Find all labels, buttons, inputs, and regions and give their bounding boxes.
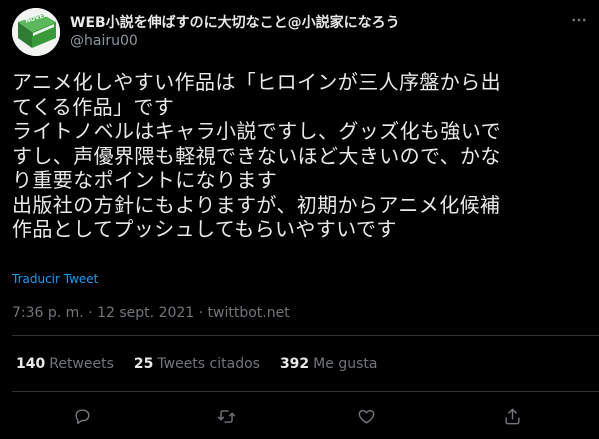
like-button[interactable] xyxy=(354,404,378,428)
retweet-icon xyxy=(217,409,235,423)
retweets-stat[interactable]: 140 Retweets xyxy=(16,356,114,372)
divider xyxy=(12,391,599,392)
more-icon xyxy=(572,18,586,22)
novel-book-logo: NOVEL xyxy=(12,8,60,56)
reply-button[interactable] xyxy=(70,404,94,428)
tweet-text: アニメ化しやすい作品は「ヒロインが三人序盤から出 てくる作品」です ライトノベル… xyxy=(12,70,501,241)
tweet-detail: NOVEL WEB小説を伸ばすのに大切なこと@小説家になろう @hairu00 … xyxy=(0,0,599,439)
display-name[interactable]: WEB小説を伸ばすのに大切なこと@小説家になろう xyxy=(70,12,400,32)
quote-tweets-stat[interactable]: 25 Tweets citados xyxy=(134,356,260,372)
reply-icon xyxy=(74,408,90,424)
translate-tweet-link[interactable]: Traducir Tweet xyxy=(12,272,98,286)
quote-tweets-label: Tweets citados xyxy=(157,356,260,372)
likes-count: 392 xyxy=(279,356,310,372)
tweet-stats: 140 Retweets 25 Tweets citados 392 Me gusta xyxy=(16,356,377,372)
divider xyxy=(12,335,599,336)
retweet-button[interactable] xyxy=(214,404,238,428)
share-button[interactable] xyxy=(500,404,524,428)
retweets-label: Retweets xyxy=(49,356,114,372)
likes-label: Me gusta xyxy=(313,356,378,372)
retweets-count: 140 xyxy=(16,356,46,372)
avatar[interactable]: NOVEL xyxy=(12,8,60,56)
quote-tweets-count: 25 xyxy=(133,356,154,372)
likes-stat[interactable]: 392 Me gusta xyxy=(280,356,378,372)
tweet-timestamp[interactable]: 7:36 p. m. · 12 sept. 2021 · twittbot.ne… xyxy=(12,305,290,321)
user-handle[interactable]: @hairu00 xyxy=(70,33,138,49)
heart-icon xyxy=(358,409,374,424)
more-button[interactable] xyxy=(565,6,593,34)
share-icon xyxy=(504,408,520,424)
